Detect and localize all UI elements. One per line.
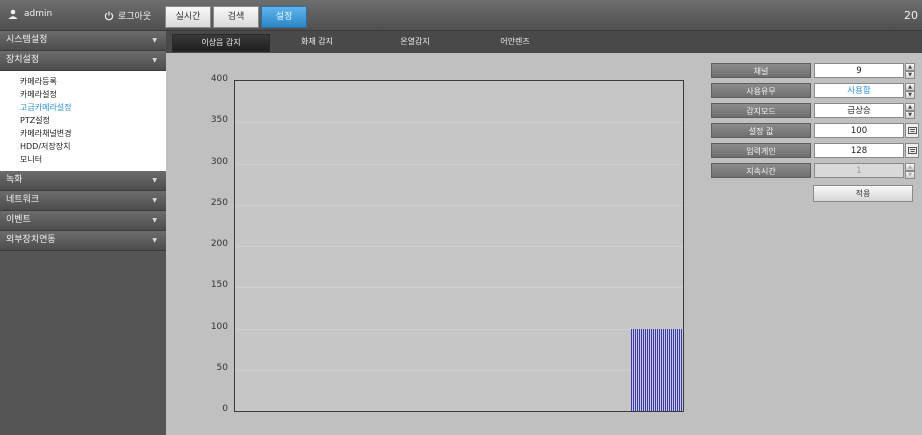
grid-line <box>235 163 683 165</box>
main-tabs: 실시간 검색 설정 <box>165 6 307 28</box>
detect-mode-select[interactable]: 급상승 <box>814 103 904 118</box>
username: admin <box>24 9 53 19</box>
chart-bar <box>631 328 683 411</box>
tab-fisheye[interactable]: 어안렌즈 <box>480 34 550 50</box>
submenu-item-ptz[interactable]: PTZ설정 <box>0 114 166 127</box>
submenu-item-camera-settings[interactable]: 카메라설정 <box>0 88 166 101</box>
y-tick-label: 250 <box>210 197 228 208</box>
spin-down-icon: ▼ <box>905 171 915 179</box>
grid-line <box>235 246 683 247</box>
spin-up-icon: ▲ <box>905 163 915 171</box>
sidebar-item-label: 외부장치연동 <box>6 235 56 245</box>
sidebar-item-system[interactable]: 시스템설정 ▼ <box>0 31 166 51</box>
grid-line <box>235 369 683 371</box>
spin-up-icon[interactable]: ▲ <box>905 63 915 71</box>
keyboard-icon[interactable] <box>905 123 919 138</box>
sidebar-item-label: 시스템설정 <box>6 35 48 45</box>
power-icon <box>104 11 114 20</box>
logout-label: 로그아웃 <box>118 12 152 22</box>
sidebar-item-recording[interactable]: 녹화 ▼ <box>0 171 166 191</box>
y-tick-label: 0 <box>222 404 228 414</box>
y-tick-label: 350 <box>210 115 228 126</box>
sidebar-item-label: 이벤트 <box>6 215 31 225</box>
sidebar-item-label: 녹화 <box>6 175 23 185</box>
usage-select[interactable]: 사용함 <box>814 83 904 98</box>
clock: 20 <box>904 9 918 22</box>
chevron-down-icon: ▼ <box>152 57 157 64</box>
channel-field[interactable]: 9 <box>814 63 904 78</box>
tab-settings[interactable]: 설정 <box>261 6 307 28</box>
input-gain-field[interactable]: 128 <box>814 143 904 158</box>
input-gain-row: 입력게인 128 <box>711 143 919 158</box>
channel-row: 채널 9 ▲ ▼ <box>711 63 915 79</box>
submenu-item-advanced-camera[interactable]: 고급카메라설정 <box>0 101 166 114</box>
sidebar-item-network[interactable]: 네트워크 ▼ <box>0 191 166 211</box>
setting-value-label: 설정 값 <box>711 123 811 138</box>
y-tick-label: 50 <box>216 362 228 373</box>
user-info: admin <box>8 9 52 19</box>
grid-line <box>235 204 683 206</box>
channel-stepper[interactable]: ▲ ▼ <box>905 63 915 79</box>
sidebar-item-device[interactable]: 장치설정 ▼ <box>0 51 166 71</box>
tab-search[interactable]: 검색 <box>213 6 259 28</box>
duration-field: 1 <box>814 163 904 178</box>
spin-down-icon[interactable]: ▼ <box>905 91 915 99</box>
sidebar: 시스템설정 ▼ 장치설정 ▼ 카메라등록 카메라설정 고급카메라설정 PTZ설정 카… <box>0 31 166 435</box>
tab-abnormal-sound[interactable]: 이상음 감지 <box>172 34 270 52</box>
input-gain-label: 입력게인 <box>711 143 811 158</box>
tab-thermal-detect[interactable]: 온열감지 <box>380 34 450 50</box>
grid-line <box>235 328 683 330</box>
apply-button[interactable]: 적용 <box>813 185 913 202</box>
detect-mode-label: 감지모드 <box>711 103 811 118</box>
spin-up-icon[interactable]: ▲ <box>905 103 915 111</box>
tab-live[interactable]: 실시간 <box>165 6 211 28</box>
submenu-item-hdd[interactable]: HDD/저장장치 <box>0 140 166 153</box>
detect-mode-stepper[interactable]: ▲ ▼ <box>905 103 915 119</box>
setting-value-row: 설정 값 100 <box>711 123 919 138</box>
user-icon <box>8 9 18 19</box>
sub-tabs: 이상음 감지 화재 감지 온열감지 어안렌즈 <box>166 31 922 53</box>
duration-stepper: ▲ ▼ <box>905 163 915 179</box>
chevron-down-icon: ▼ <box>152 237 157 244</box>
detect-mode-row: 감지모드 급상승 ▲ ▼ <box>711 103 915 119</box>
sound-level-chart <box>234 80 684 412</box>
device-submenu: 카메라등록 카메라설정 고급카메라설정 PTZ설정 카메라채널변경 HDD/저장… <box>0 71 166 171</box>
duration-label: 지속시간 <box>711 163 811 178</box>
spin-up-icon[interactable]: ▲ <box>905 83 915 91</box>
y-tick-label: 400 <box>210 74 228 84</box>
usage-stepper[interactable]: ▲ ▼ <box>905 83 915 99</box>
usage-row: 사용유무 사용함 ▲ ▼ <box>711 83 915 99</box>
logout-button[interactable]: 로그아웃 <box>104 9 151 22</box>
spin-down-icon[interactable]: ▼ <box>905 111 915 119</box>
chevron-down-icon: ▼ <box>152 197 157 204</box>
keyboard-icon[interactable] <box>905 143 919 158</box>
usage-label: 사용유무 <box>711 83 811 98</box>
sidebar-item-label: 네트워크 <box>6 195 40 205</box>
chevron-down-icon: ▼ <box>152 217 157 224</box>
sidebar-item-external[interactable]: 외부장치연동 ▼ <box>0 231 166 251</box>
setting-value-field[interactable]: 100 <box>814 123 904 138</box>
spin-down-icon[interactable]: ▼ <box>905 71 915 79</box>
grid-line <box>235 287 683 289</box>
submenu-item-monitor[interactable]: 모니터 <box>0 153 166 166</box>
submenu-item-camera-register[interactable]: 카메라등록 <box>0 75 166 88</box>
duration-row: 지속시간 1 ▲ ▼ <box>711 163 915 179</box>
grid-line <box>235 122 683 124</box>
y-tick-label: 200 <box>210 239 228 249</box>
chevron-down-icon: ▼ <box>152 37 157 44</box>
y-tick-label: 300 <box>210 156 228 167</box>
top-bar: admin 로그아웃 실시간 검색 설정 20 <box>0 0 922 31</box>
channel-label: 채널 <box>711 63 811 78</box>
sidebar-item-event[interactable]: 이벤트 ▼ <box>0 211 166 231</box>
submenu-item-channel-change[interactable]: 카메라채널변경 <box>0 127 166 140</box>
tab-fire-detect[interactable]: 화재 감지 <box>282 34 352 50</box>
y-tick-label: 100 <box>210 321 228 332</box>
sidebar-item-label: 장치설정 <box>6 55 40 65</box>
chevron-down-icon: ▼ <box>152 177 157 184</box>
y-tick-label: 150 <box>210 280 228 291</box>
